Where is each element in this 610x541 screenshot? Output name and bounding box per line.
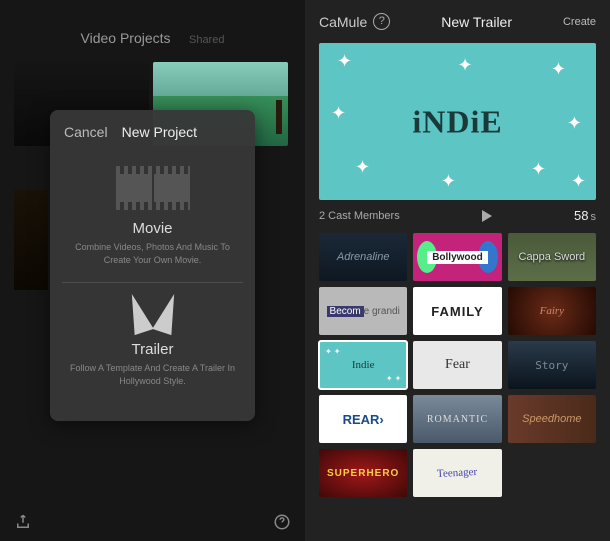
projects-subtitle: Shared xyxy=(189,34,224,46)
export-icon[interactable] xyxy=(14,513,32,531)
template-tile-indie[interactable]: Indie xyxy=(319,341,407,389)
template-tile-family[interactable]: FAMILY xyxy=(413,287,501,335)
page-title: New Trailer xyxy=(390,14,563,30)
new-project-modal: Cancel New Project Movie Combine Videos,… xyxy=(50,110,255,421)
help-icon[interactable] xyxy=(273,513,291,531)
trailer-label: Trailer xyxy=(66,341,239,358)
template-tile-teen[interactable]: Teenager xyxy=(413,449,501,497)
filmstrip-icon xyxy=(66,166,239,210)
template-tile-fear[interactable]: Fear xyxy=(413,341,501,389)
template-tile-story[interactable]: Story xyxy=(508,341,596,389)
movie-option[interactable]: Movie Combine Videos, Photos And Music T… xyxy=(50,150,255,282)
template-tile-fairy[interactable]: Fairy xyxy=(508,287,596,335)
template-tile-speed[interactable]: Speedhome xyxy=(508,395,596,443)
projects-title: Video Projects xyxy=(81,30,171,46)
movie-label: Movie xyxy=(66,220,239,237)
spotlights-icon xyxy=(126,293,180,341)
projects-header: Video Projects Shared xyxy=(0,0,305,58)
projects-screen: Video Projects Shared Cancel New Project… xyxy=(0,0,305,541)
trailer-desc: Follow A Template And Create A Trailer I… xyxy=(66,362,239,387)
template-grid: Adrenaline Bollywood Cappa Sword Become … xyxy=(305,233,610,511)
play-icon[interactable] xyxy=(482,210,492,222)
template-tile-super[interactable]: SUPERHERO xyxy=(319,449,407,497)
movie-desc: Combine Videos, Photos And Music To Crea… xyxy=(66,241,239,266)
cancel-button[interactable]: Cancel xyxy=(64,124,108,140)
preview-title: iNDiE xyxy=(412,103,502,140)
template-tile-romantic[interactable]: ROMANTIC xyxy=(413,395,501,443)
template-tile-become[interactable]: Become grandi xyxy=(319,287,407,335)
back-button[interactable]: CaMule xyxy=(319,14,367,30)
trailer-screen: CaMule ? New Trailer Create ✦✦✦ ✦✦✦ ✦✦✦ … xyxy=(305,0,610,541)
trailer-option[interactable]: Trailer Follow A Template And Create A T… xyxy=(50,283,255,403)
template-preview: ✦✦✦ ✦✦✦ ✦✦✦ iNDiE xyxy=(319,43,596,200)
template-tile-sword[interactable]: Cappa Sword xyxy=(508,233,596,281)
template-tile-rear[interactable]: REAR› xyxy=(319,395,407,443)
cast-members-label: 2 Cast Members xyxy=(319,210,400,222)
template-tile-bollywood[interactable]: Bollywood xyxy=(413,233,501,281)
create-button[interactable]: Create xyxy=(563,16,596,28)
help-icon[interactable]: ? xyxy=(373,13,390,30)
modal-title: New Project xyxy=(122,124,197,140)
duration-label: 58s xyxy=(574,208,596,223)
project-thumb[interactable] xyxy=(14,190,48,290)
template-tile-adrenaline[interactable]: Adrenaline xyxy=(319,233,407,281)
